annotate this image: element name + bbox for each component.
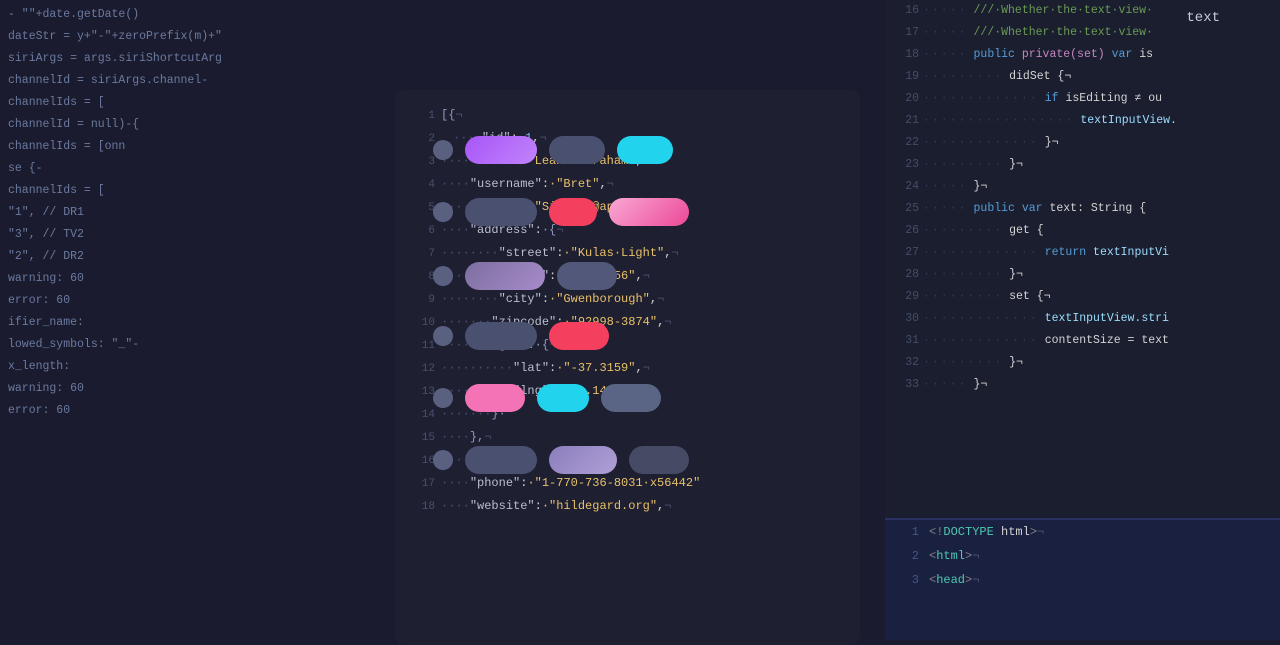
json-line-7: 7········"street":·"Kulas·Light",¬ <box>413 242 860 265</box>
right-line-23: 23·········}¬ <box>885 154 1280 176</box>
left-line-10: "1", // DR1 <box>0 202 390 224</box>
json-line-14: 14·······}· <box>413 403 860 426</box>
json-line-12: 12··········"lat":·"-37.3159",¬ <box>413 357 860 380</box>
html-line-2: 2 <html>¬ <box>885 544 1280 568</box>
json-line-17: 17····"phone":·"1-770-736-8031·x56442" <box>413 472 860 495</box>
left-code-panel: - ""+date.getDate() dateStr = y+"-"+zero… <box>0 0 390 640</box>
left-line-3: siriArgs = args.siriShortcutArg <box>0 48 390 70</box>
html-code-panel: 1 <!DOCTYPE html>¬ 2 <html>¬ 3 <head>¬ <box>885 520 1280 640</box>
left-line-6: channelId = null)-{ <box>0 114 390 136</box>
json-line-5: 5····"email":·"Sincere@april.biz",¬ <box>413 196 860 219</box>
left-line-4: channelId = siriArgs.channel- <box>0 70 390 92</box>
json-line-9: 9········"city":·"Gwenborough",¬ <box>413 288 860 311</box>
right-line-32: 32·········}¬ <box>885 352 1280 374</box>
json-line-6: 6····"address":·{¬ <box>413 219 860 242</box>
right-line-24: 24·····}¬ <box>885 176 1280 198</box>
left-line-1: - ""+date.getDate() <box>0 4 390 26</box>
json-line-15: 15····},¬ <box>413 426 860 449</box>
left-line-14: error: 60 <box>0 290 390 312</box>
html-line-1: 1 <!DOCTYPE html>¬ <box>885 520 1280 544</box>
right-line-29: 29·········set {¬ <box>885 286 1280 308</box>
left-line-16: lowed_symbols: "_"- <box>0 334 390 356</box>
left-line-5: channelIds = [ <box>0 92 390 114</box>
left-line-15: ifier_name: <box>0 312 390 334</box>
right-line-25: 25·····public var text: String { <box>885 198 1280 220</box>
json-line-11: 11·······"geo":·{¬ <box>413 334 860 357</box>
left-line-11: "3", // TV2 <box>0 224 390 246</box>
right-line-27: 27·············return textInputVi <box>885 242 1280 264</box>
right-line-21: 21·················textInputView. <box>885 110 1280 132</box>
json-line-8: 8········"suite":·"Apt.·556",¬ <box>413 265 860 288</box>
json-line-16: 16····},¬ <box>413 449 860 472</box>
left-line-9: channelIds = [ <box>0 180 390 202</box>
left-line-13: warning: 60 <box>0 268 390 290</box>
right-line-30: 30·············textInputView.stri <box>885 308 1280 330</box>
right-line-19: 19·········didSet {¬ <box>885 66 1280 88</box>
right-code-panel: 16·····///·Whether·the·text·view· 17····… <box>885 0 1280 520</box>
right-line-26: 26·········get { <box>885 220 1280 242</box>
json-line-3: 3····"name":·"Leanne·Graham",¬ <box>413 150 860 173</box>
right-line-16: 16·····///·Whether·the·text·view· <box>885 0 1280 22</box>
left-line-8: se {- <box>0 158 390 180</box>
json-line-18: 18····"website":·"hildegard.org",¬ <box>413 495 860 518</box>
json-line-10: 10·······"zipcode":·"92998-3874",¬ <box>413 311 860 334</box>
right-line-18: 18·····public private(set) var is <box>885 44 1280 66</box>
text-badge: text <box>1186 10 1220 26</box>
left-line-17: x_length: <box>0 356 390 378</box>
json-panel: 1[{¬ 2····"id":·1,¬ 3····"name":·"Leanne… <box>395 90 860 645</box>
json-line-13: 13··········"lng":·"81.1496"¬ <box>413 380 860 403</box>
left-line-12: "2", // DR2 <box>0 246 390 268</box>
right-line-17: 17·····///·Whether·the·text·view· <box>885 22 1280 44</box>
html-line-3: 3 <head>¬ <box>885 568 1280 592</box>
json-line-4: 4····"username":·"Bret",¬ <box>413 173 860 196</box>
left-line-19: error: 60 <box>0 400 390 422</box>
json-line-1: 1[{¬ <box>413 104 860 127</box>
left-line-2: dateStr = y+"-"+zeroPrefix(m)+" <box>0 26 390 48</box>
right-line-31: 31·············contentSize = text <box>885 330 1280 352</box>
left-line-18: warning: 60 <box>0 378 390 400</box>
right-line-33: 33·····}¬ <box>885 374 1280 396</box>
left-line-7: channelIds = [onn <box>0 136 390 158</box>
right-line-22: 22·············}¬ <box>885 132 1280 154</box>
json-line-2: 2····"id":·1,¬ <box>413 127 860 150</box>
right-line-28: 28·········}¬ <box>885 264 1280 286</box>
right-line-20: 20·············if isEditing ≠ ou <box>885 88 1280 110</box>
